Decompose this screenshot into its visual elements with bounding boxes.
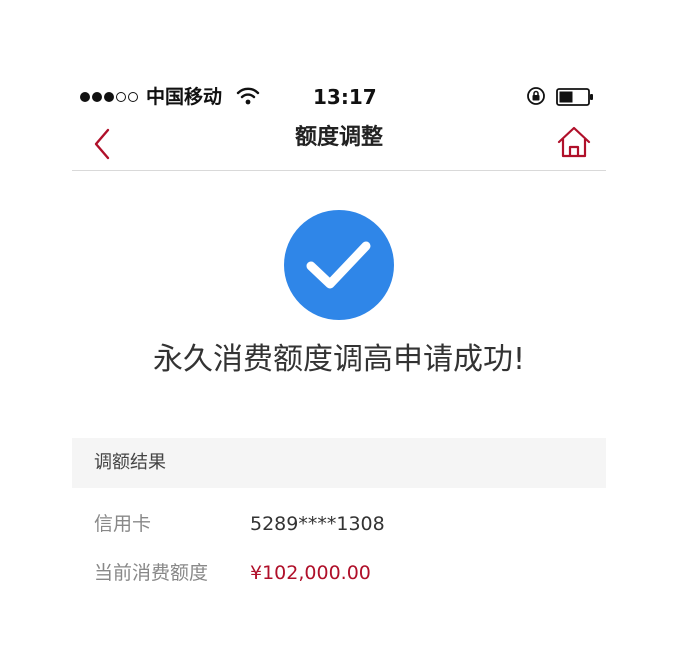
result-row-card: 信用卡 5289****1308 [72, 504, 606, 544]
result-section-header: 调额结果 [72, 438, 606, 488]
home-icon [557, 126, 591, 158]
result-row-limit: 当前消费额度 ¥102,000.00 [72, 553, 606, 593]
result-section-title: 调额结果 [94, 452, 166, 473]
page-title: 额度调整 [294, 125, 383, 150]
card-number: 5289****1308 [250, 513, 385, 535]
limit-label: 当前消费额度 [94, 562, 209, 584]
home-button[interactable] [554, 122, 594, 162]
success-badge [284, 210, 394, 320]
status-time: 13:17 [313, 85, 377, 109]
success-message: 永久消费额度调高申请成功! [152, 342, 526, 377]
rotation-lock-icon [527, 87, 545, 105]
signal-strength-icon [80, 88, 138, 106]
status-bar: 中国移动 13:17 [72, 76, 606, 118]
card-label: 信用卡 [94, 513, 152, 535]
battery-icon [556, 88, 593, 106]
carrier-name: 中国移动 [146, 86, 223, 108]
limit-amount: ¥102,000.00 [250, 562, 371, 584]
navigation-bar: 额度调整 [72, 118, 606, 171]
wifi-icon [236, 87, 260, 105]
checkmark-icon [306, 241, 371, 289]
phone-screen: 中国移动 13:17 额度调整 永久消费额度调高申请成功! 调额结果 信用卡 5… [72, 76, 606, 656]
